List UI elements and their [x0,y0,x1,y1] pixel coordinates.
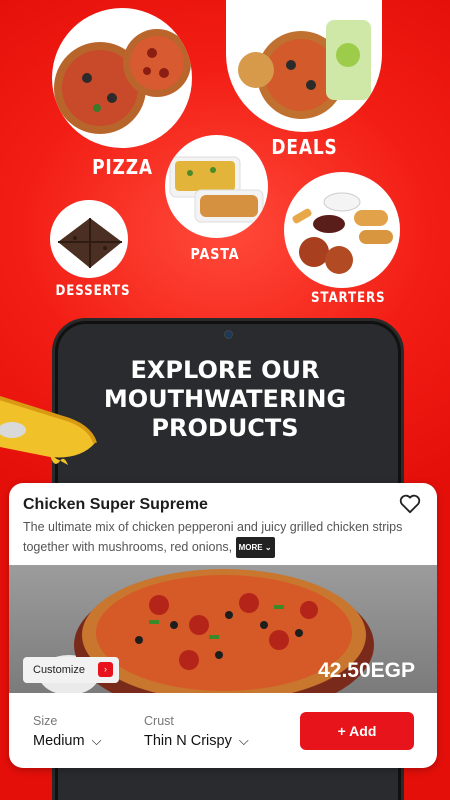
headline-line-3: PRODUCTS [151,414,299,442]
category-pizza-label: PIZZA [92,155,153,179]
category-pizza[interactable] [52,8,192,148]
cheese-pizza-slice-icon [0,396,97,465]
category-starters[interactable] [284,172,400,288]
add-to-cart-button[interactable]: + Add [300,712,414,750]
starters-image [292,192,393,274]
category-deals-label: DEALS [271,135,338,159]
crust-label: Crust [144,714,174,728]
headline-line-2: MOUTHWATERING [103,385,347,413]
category-pasta-label: PASTA [190,245,240,263]
category-pasta[interactable] [165,135,268,238]
size-select[interactable]: Medium ⌵ [33,733,101,749]
crust-select[interactable]: Thin N Crispy ⌵ [144,733,249,749]
deals-image [238,20,371,119]
customize-label: Customize [33,664,85,676]
chevron-down-icon: ⌄ [264,543,272,552]
desserts-image [58,218,122,268]
pasta-image [169,156,264,223]
category-desserts-label: DESSERTS [55,283,131,299]
chevron-down-icon: ⌵ [91,733,102,748]
product-title: Chicken Super Supreme [23,496,208,513]
product-price: 42.50EGP [318,659,415,682]
category-deals[interactable] [226,0,382,132]
size-value: Medium [33,733,85,749]
more-label: MORE [238,543,263,552]
customize-button[interactable]: Customize › [23,657,119,683]
description-text: The ultimate mix of chicken pepperoni an… [23,520,403,554]
size-label: Size [33,714,58,728]
chevron-down-icon: ⌵ [238,733,249,748]
product-card[interactable]: Chicken Super Supreme The ultimate mix o… [9,483,437,768]
favorite-heart-icon[interactable] [399,494,421,514]
headline-line-1: EXPLORE OUR [130,356,320,384]
product-image: Customize › 42.50EGP [9,565,437,693]
pizza-image [54,29,191,134]
category-starters-label: STARTERS [311,290,386,306]
product-description: The ultimate mix of chicken pepperoni an… [23,518,423,558]
category-desserts[interactable] [50,200,128,278]
camera-icon [224,330,233,339]
more-button[interactable]: MORE ⌄ [235,537,275,558]
crust-value: Thin N Crispy [144,733,232,749]
chevron-right-icon: › [98,662,113,677]
promo-headline: EXPLORE OUR MOUTHWATERING PRODUCTS [60,356,390,443]
